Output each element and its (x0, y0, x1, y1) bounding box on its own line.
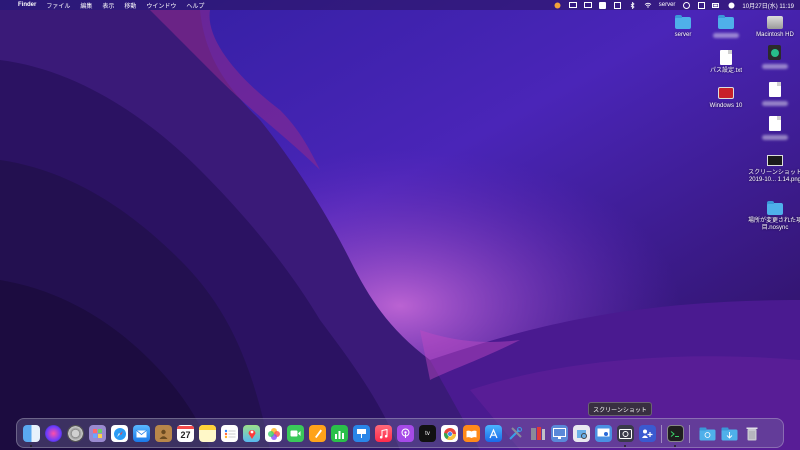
desktop-item-label: パス設定.txt (709, 68, 742, 74)
menu-finder[interactable]: Finder (18, 2, 36, 8)
menu-view[interactable]: 表示 (102, 1, 114, 10)
terminal-icon[interactable] (667, 425, 684, 442)
facetime-icon[interactable] (287, 425, 304, 442)
launchpad-icon[interactable] (89, 425, 106, 442)
folder-icon (718, 14, 734, 30)
music-icon[interactable] (375, 425, 392, 442)
chrome-icon[interactable] (441, 425, 458, 442)
photos-icon[interactable] (265, 425, 282, 442)
volume-icon[interactable] (697, 1, 705, 9)
battery-icon[interactable] (712, 2, 720, 8)
blurred-label (762, 135, 788, 140)
menubar-clock[interactable]: 10月27日(水) 11:19 (742, 1, 794, 10)
siri-icon[interactable] (45, 425, 62, 442)
input-source-icon[interactable] (599, 1, 607, 9)
desktop-item-label: スクリーンショット 2019-10... 1.14.png (748, 170, 800, 183)
desktop-item-macintosh-hd[interactable]: Macintosh HD (745, 14, 800, 39)
disk-utility-icon[interactable] (529, 425, 546, 442)
desktop-item-label: Macintosh HD (756, 32, 794, 38)
desktop-item-moved-folder[interactable]: 場所が変更された項 目.nosync (738, 200, 800, 232)
wifi-icon[interactable] (644, 2, 652, 8)
status-server-label[interactable]: server (659, 2, 676, 8)
hard-drive-icon (767, 14, 783, 30)
menu-help[interactable]: ヘルプ (186, 1, 204, 10)
menu-go[interactable]: 移動 (124, 1, 136, 10)
calendar-icon[interactable]: 27 (177, 425, 194, 442)
time-machine-drive-icon (767, 45, 783, 61)
document-icon (767, 116, 783, 132)
windows-vm-icon (718, 85, 734, 101)
desktop-item-document-blurred[interactable] (745, 82, 800, 106)
desktop-item-document-blurred-2[interactable] (745, 116, 800, 140)
menu-file[interactable]: ファイル (46, 1, 70, 10)
server-folder-icon (675, 14, 691, 30)
screenshot-app-icon[interactable] (617, 425, 634, 442)
applications-folder-icon[interactable] (699, 425, 716, 442)
tv-label: tv (425, 430, 430, 437)
desktop-item-pass-file[interactable]: パス設定.txt (696, 50, 756, 75)
wallpaper (0, 0, 800, 450)
user-accounts-icon[interactable] (639, 425, 656, 442)
system-preferences-icon[interactable] (67, 425, 84, 442)
mail-icon[interactable] (133, 425, 150, 442)
app-status-icon[interactable] (554, 2, 562, 8)
reminders-icon[interactable] (221, 425, 238, 442)
downloads-folder-icon[interactable] (721, 425, 738, 442)
running-indicator (674, 445, 676, 447)
display-icon[interactable] (583, 2, 592, 8)
app-store-icon[interactable] (485, 425, 502, 442)
safari-icon[interactable] (111, 425, 128, 442)
time-machine-icon[interactable] (682, 1, 690, 9)
mirroring-icon[interactable] (568, 2, 577, 8)
menu-bar: Finder ファイル 編集 表示 移動 ウインドウ ヘルプ server 10… (0, 0, 800, 10)
maps-icon[interactable] (243, 425, 260, 442)
numbers-icon[interactable] (331, 425, 348, 442)
document-icon (767, 82, 783, 98)
running-indicator (624, 445, 626, 447)
contacts-icon[interactable] (155, 425, 172, 442)
desktop-item-screenshot[interactable]: スクリーンショット 2019-10... 1.14.png (738, 152, 800, 184)
menu-edit[interactable]: 編集 (80, 1, 92, 10)
dock-separator (689, 425, 690, 443)
blurred-label (762, 101, 788, 106)
bluetooth-icon[interactable] (629, 1, 637, 9)
folder-icon (767, 200, 783, 216)
preview-icon[interactable] (573, 425, 590, 442)
desktop-item-label: server (674, 32, 692, 38)
control-center-icon[interactable] (727, 2, 735, 8)
notes-icon[interactable] (199, 425, 216, 442)
keynote-icon[interactable] (353, 425, 370, 442)
menu-window[interactable]: ウインドウ (146, 1, 176, 10)
trash-icon[interactable] (743, 425, 760, 442)
dock-separator (661, 425, 662, 443)
running-indicator (30, 445, 32, 447)
desktop-item-label: 場所が変更された項 目.nosync (747, 218, 800, 231)
screen-sharing-icon[interactable] (551, 425, 568, 442)
screenshot-image-icon (767, 152, 783, 168)
calendar-day: 27 (180, 430, 191, 440)
dock: 27 tv (16, 418, 784, 448)
desktop-item-label: Windows 10 (709, 103, 743, 109)
menubar-extra-icon[interactable] (614, 1, 622, 9)
finder-icon[interactable] (23, 425, 40, 442)
dock-tooltip: スクリーンショット (588, 402, 652, 416)
blurred-label (762, 64, 788, 69)
text-document-icon (718, 50, 734, 66)
pages-icon[interactable] (309, 425, 326, 442)
apple-tv-icon[interactable]: tv (419, 425, 436, 442)
desktop: Finder ファイル 編集 表示 移動 ウインドウ ヘルプ server 10… (0, 0, 800, 450)
books-icon[interactable] (463, 425, 480, 442)
blurred-label (713, 33, 739, 38)
utilities-tools-icon[interactable] (507, 425, 524, 442)
remote-desktop-icon[interactable] (595, 425, 612, 442)
podcasts-icon[interactable] (397, 425, 414, 442)
